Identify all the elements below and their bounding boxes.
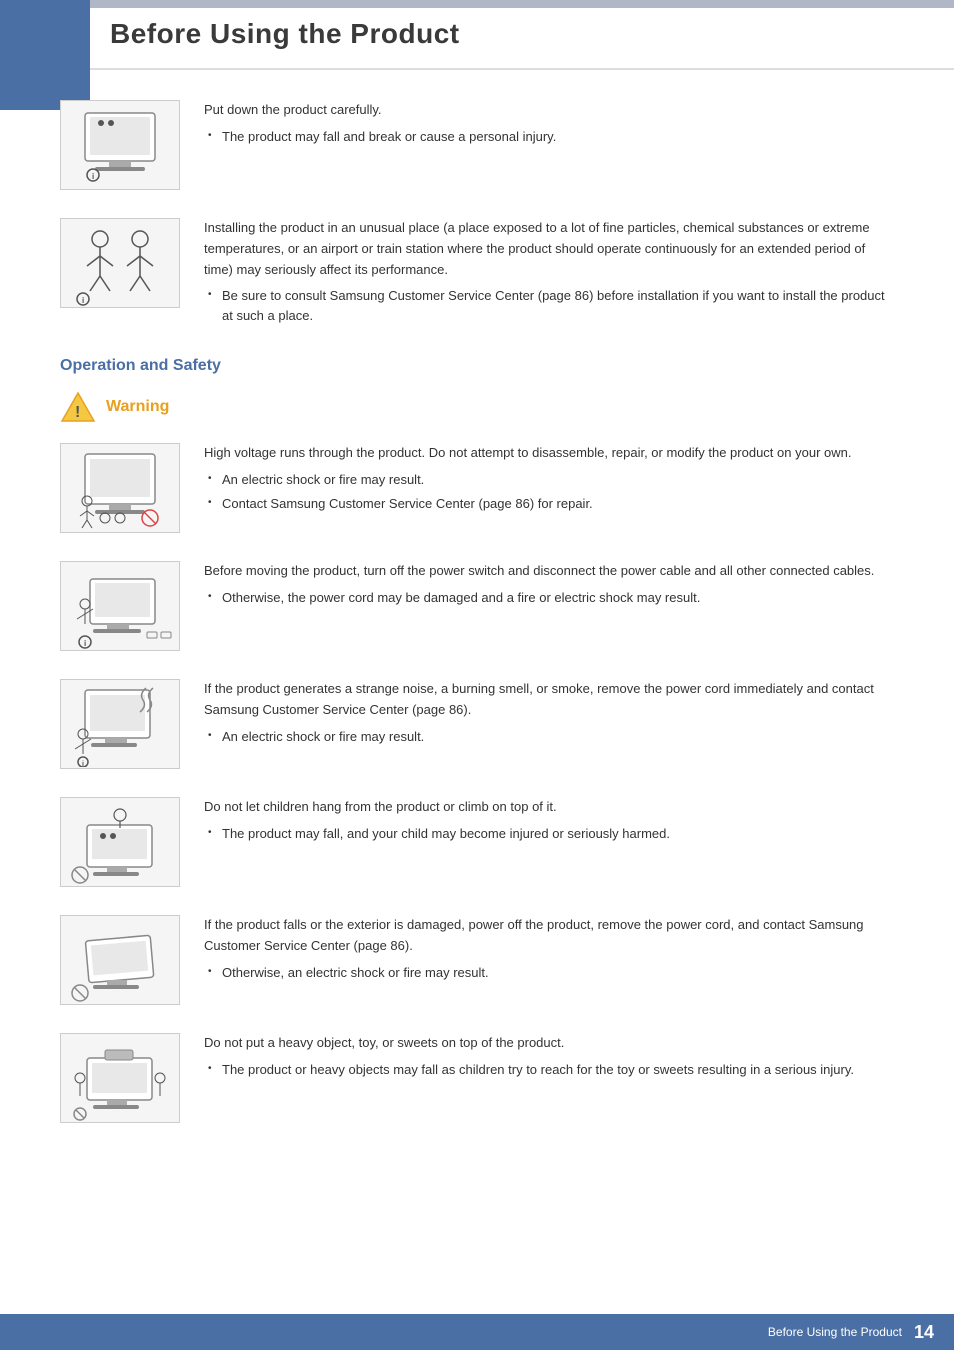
text-high-voltage: High voltage runs through the product. D… [204,443,894,517]
warning-label: Warning [106,398,169,416]
illustration-heavy [60,1033,180,1123]
svg-text:i: i [92,172,94,181]
bullets-moving: Otherwise, the power cord may be damaged… [204,588,894,608]
svg-text:i: i [82,296,84,305]
monitor-svg-1: i [65,103,175,188]
illustration-put-down: i [60,100,180,190]
bullet-falls-0: Otherwise, an electric shock or fire may… [204,963,894,983]
bullet-heavy-0: The product or heavy objects may fall as… [204,1060,894,1080]
page-title: Before Using the Product [110,18,954,50]
moving-monitor-svg: i [65,564,175,649]
warning-item-high-voltage: High voltage runs through the product. D… [60,443,894,533]
bullet-hv-0: An electric shock or fire may result. [204,470,894,490]
text-falls: If the product falls or the exterior is … [204,915,894,986]
illustration-moving: i [60,561,180,651]
bullets-noise: An electric shock or fire may result. [204,727,894,747]
bullet-moving-0: Otherwise, the power cord may be damaged… [204,588,894,608]
text-put-down: Put down the product carefully. The prod… [204,100,894,150]
page-header: Before Using the Product [0,0,954,70]
section-put-down: i Put down the product carefully. The pr… [60,100,894,190]
illustration-unusual-place: i [60,218,180,308]
warning-item-moving: i Before moving the product, turn off th… [60,561,894,651]
bullet-hv-1: Contact Samsung Customer Service Center … [204,494,894,514]
illustration-noise: i [60,679,180,769]
bullets-heavy: The product or heavy objects may fall as… [204,1060,894,1080]
warning-item-children: Do not let children hang from the produc… [60,797,894,887]
warning-item-heavy: Do not put a heavy object, toy, or sweet… [60,1033,894,1123]
bullet-noise-0: An electric shock or fire may result. [204,727,894,747]
main-text-children: Do not let children hang from the produc… [204,797,894,818]
main-text-falls: If the product falls or the exterior is … [204,915,894,957]
children-svg [65,800,175,885]
monitor-tools-svg [65,446,175,531]
main-content: i Put down the product carefully. The pr… [0,100,954,1211]
bullets-children: The product may fall, and your child may… [204,824,894,844]
bullets-put-down: The product may fall and break or cause … [204,127,894,147]
bullet-put-down-0: The product may fall and break or cause … [204,127,894,147]
text-moving: Before moving the product, turn off the … [204,561,894,611]
falls-svg [65,918,175,1003]
footer-text: Before Using the Product [768,1325,902,1339]
text-noise: If the product generates a strange noise… [204,679,894,750]
top-stripe [0,0,954,8]
bullets-high-voltage: An electric shock or fire may result. Co… [204,470,894,513]
left-accent-bar [0,0,90,110]
main-text-high-voltage: High voltage runs through the product. D… [204,443,894,464]
warning-header: ! Warning [60,391,894,423]
section-unusual-place: i Installing the product in an unusual p… [60,218,894,329]
main-text-put-down: Put down the product carefully. [204,100,894,121]
main-text-unusual-place: Installing the product in an unusual pla… [204,218,894,280]
noise-svg: i [65,682,175,767]
main-text-noise: If the product generates a strange noise… [204,679,894,721]
illustration-children [60,797,180,887]
text-heavy: Do not put a heavy object, toy, or sweet… [204,1033,894,1083]
illustration-falls [60,915,180,1005]
illustration-high-voltage [60,443,180,533]
svg-text:i: i [82,761,84,767]
bullets-unusual-place: Be sure to consult Samsung Customer Serv… [204,286,894,325]
people-svg: i [65,221,175,306]
main-text-heavy: Do not put a heavy object, toy, or sweet… [204,1033,894,1054]
text-children: Do not let children hang from the produc… [204,797,894,847]
bullet-unusual-place-0: Be sure to consult Samsung Customer Serv… [204,286,894,325]
warning-item-noise: i If the product generates a strange noi… [60,679,894,769]
bullet-children-0: The product may fall, and your child may… [204,824,894,844]
page-footer: Before Using the Product 14 [0,1314,954,1350]
heavy-svg [65,1036,175,1121]
svg-text:!: ! [75,404,80,421]
page-number: 14 [914,1322,934,1343]
section-operation-safety-title: Operation and Safety [60,357,894,375]
warning-item-falls: If the product falls or the exterior is … [60,915,894,1005]
warning-triangle-icon: ! [60,391,96,423]
svg-text:i: i [84,639,86,648]
main-text-moving: Before moving the product, turn off the … [204,561,894,582]
text-unusual-place: Installing the product in an unusual pla… [204,218,894,329]
bullets-falls: Otherwise, an electric shock or fire may… [204,963,894,983]
